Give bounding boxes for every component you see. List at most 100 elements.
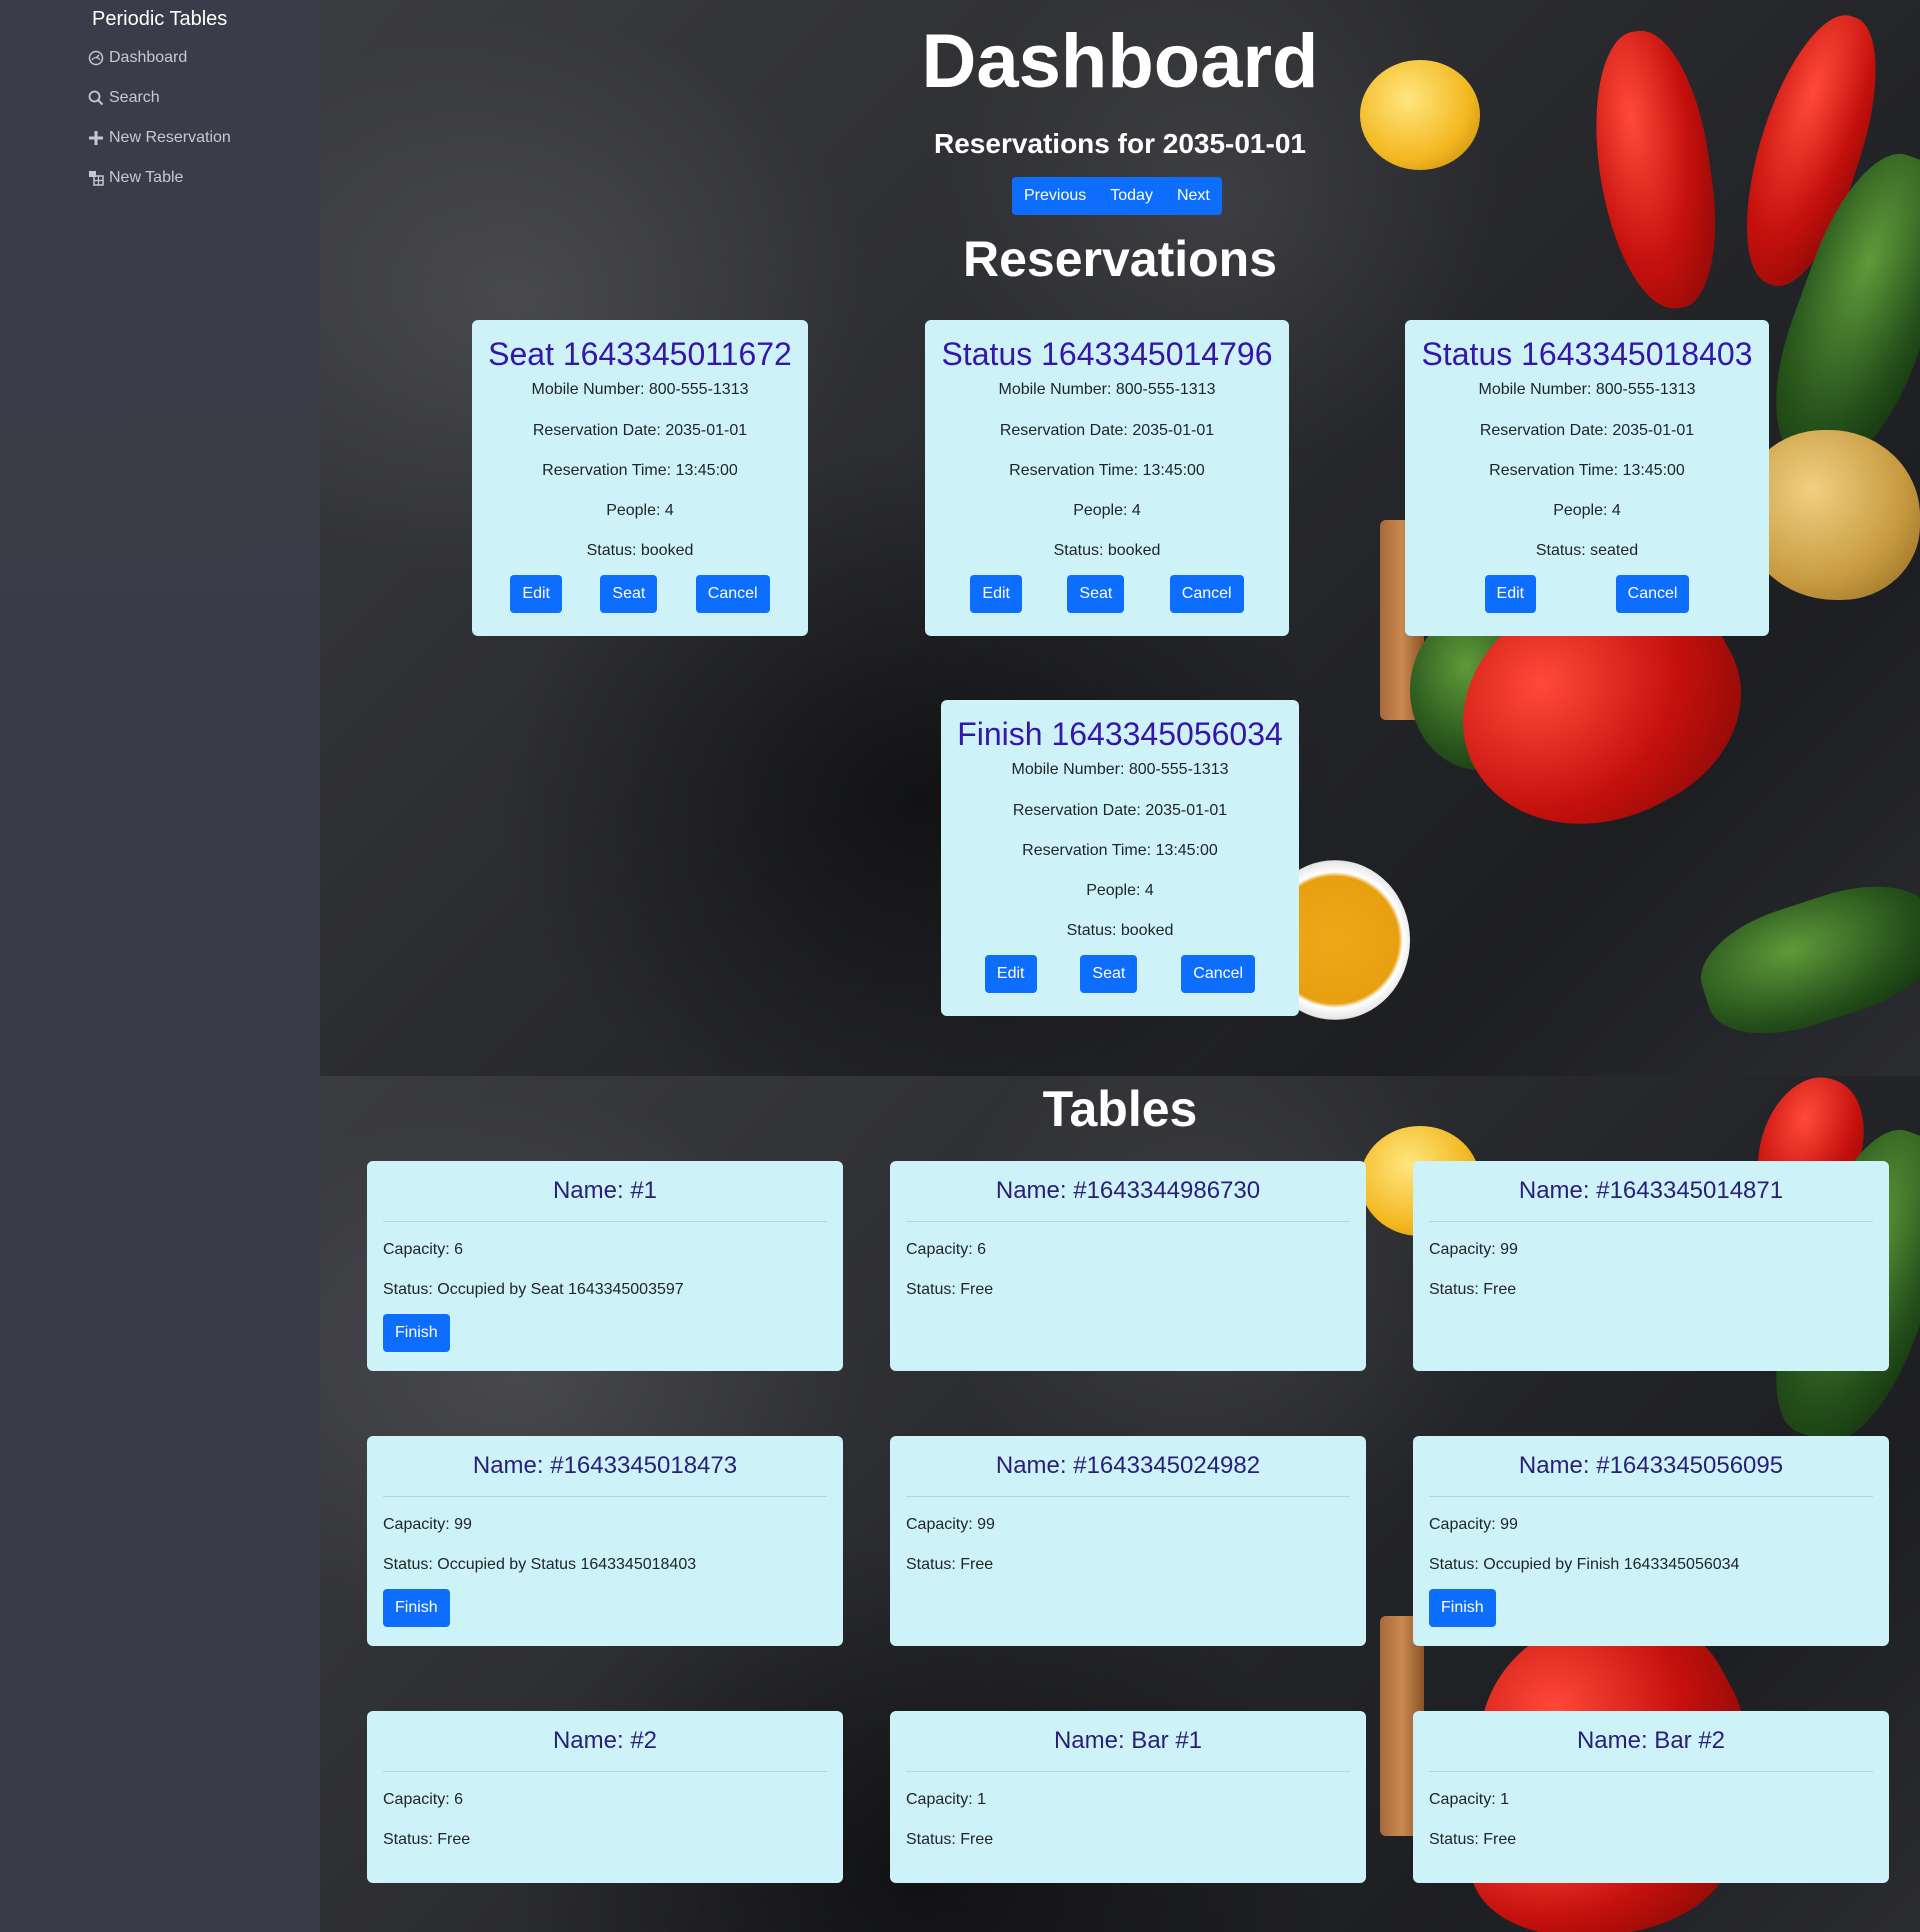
table-card: Name: #1643345014871 Capacity: 99 Status… xyxy=(1413,1161,1889,1371)
finish-button[interactable]: Finish xyxy=(383,1314,450,1352)
cancel-button[interactable]: Cancel xyxy=(695,575,770,613)
date-navigation: Previous Today Next xyxy=(1012,177,1222,215)
table-capacity: Capacity: 99 xyxy=(383,1516,472,1533)
table-card: Name: #2 Capacity: 6 Status: Free xyxy=(367,1711,843,1883)
reservation-mobile: Mobile Number: 800-555-1313 xyxy=(998,381,1216,398)
cancel-button[interactable]: Cancel xyxy=(1181,955,1256,993)
table-capacity: Capacity: 6 xyxy=(906,1241,987,1258)
finish-button[interactable]: Finish xyxy=(383,1589,450,1627)
sidebar-item-label: Dashboard xyxy=(109,49,188,66)
reservation-date: Reservation Date: 2035-01-01 xyxy=(532,422,748,439)
table-icon xyxy=(89,171,104,186)
reservation-actions: Edit Seat Cancel xyxy=(925,575,1289,613)
main-content: Dashboard Reservations for 2035-01-01 Pr… xyxy=(320,0,1920,1932)
seat-button[interactable]: Seat xyxy=(600,575,658,613)
edit-button[interactable]: Edit xyxy=(1484,575,1537,613)
reservation-time: Reservation Time: 13:45:00 xyxy=(1009,462,1205,479)
page-title: Dashboard xyxy=(921,19,1319,104)
table-card: Name: Bar #1 Capacity: 1 Status: Free xyxy=(890,1711,1366,1883)
divider xyxy=(906,1771,1350,1772)
reservation-people: People: 4 xyxy=(1086,882,1154,899)
reservation-actions: Edit Cancel xyxy=(1405,575,1769,613)
table-name: Name: #1643345014871 xyxy=(1518,1177,1784,1204)
reservation-mobile: Mobile Number: 800-555-1313 xyxy=(1478,381,1696,398)
reservation-date: Reservation Date: 2035-01-01 xyxy=(999,422,1215,439)
table-name: Name: #1 xyxy=(552,1177,658,1204)
sidebar-item-search[interactable]: Search xyxy=(88,89,160,107)
table-name: Name: Bar #1 xyxy=(1053,1727,1203,1754)
table-capacity: Capacity: 1 xyxy=(906,1791,987,1808)
table-status: Status: Occupied by Status 1643345018403 xyxy=(383,1556,697,1573)
edit-button[interactable]: Edit xyxy=(510,575,562,613)
reservation-card: Seat 1643345011672 Mobile Number: 800-55… xyxy=(472,320,808,636)
table-card: Name: #1643345024982 Capacity: 99 Status… xyxy=(890,1436,1366,1646)
zucchini-decoration xyxy=(1687,865,1920,1055)
brand-title[interactable]: Periodic Tables xyxy=(92,8,227,31)
table-status: Status: Free xyxy=(906,1556,994,1573)
divider xyxy=(906,1496,1350,1497)
tables-heading: Tables xyxy=(1042,1081,1198,1137)
sidebar-item-label: Search xyxy=(109,89,160,106)
reservation-people: People: 4 xyxy=(606,502,674,519)
date-heading: Reservations for 2035-01-01 xyxy=(934,128,1306,159)
reservation-card: Status 1643345014796 Mobile Number: 800-… xyxy=(925,320,1289,636)
reservation-actions: Edit Seat Cancel xyxy=(472,575,808,613)
table-card: Name: #1643345018473 Capacity: 99 Status… xyxy=(367,1436,843,1646)
table-capacity: Capacity: 99 xyxy=(1429,1241,1518,1258)
sidebar-item-new-reservation[interactable]: New Reservation xyxy=(88,129,231,147)
edit-button[interactable]: Edit xyxy=(984,955,1037,993)
cancel-button[interactable]: Cancel xyxy=(1169,575,1244,613)
table-capacity: Capacity: 6 xyxy=(383,1241,464,1258)
divider xyxy=(383,1771,827,1772)
table-name: Name: #1643345024982 xyxy=(995,1452,1261,1479)
table-card: Name: #1643345056095 Capacity: 99 Status… xyxy=(1413,1436,1889,1646)
previous-button[interactable]: Previous xyxy=(1012,177,1099,215)
reservation-title: Finish 1643345056034 xyxy=(957,716,1283,752)
table-name: Name: #1643344986730 xyxy=(995,1177,1261,1204)
seat-button[interactable]: Seat xyxy=(1080,955,1138,993)
reservation-status: Status: booked xyxy=(1066,922,1174,939)
reservation-date: Reservation Date: 2035-01-01 xyxy=(1012,802,1228,819)
table-status: Status: Occupied by Finish 1643345056034 xyxy=(1429,1556,1740,1573)
sidebar: Periodic Tables Dashboard Search New Res… xyxy=(0,0,320,1932)
reservation-mobile: Mobile Number: 800-555-1313 xyxy=(531,381,749,398)
today-button[interactable]: Today xyxy=(1098,177,1165,215)
divider xyxy=(383,1496,827,1497)
reservation-status: Status: booked xyxy=(586,542,694,559)
reservation-time: Reservation Time: 13:45:00 xyxy=(1489,462,1685,479)
table-capacity: Capacity: 99 xyxy=(906,1516,995,1533)
plus-icon xyxy=(89,131,103,145)
table-card: Name: #1643344986730 Capacity: 6 Status:… xyxy=(890,1161,1366,1371)
edit-button[interactable]: Edit xyxy=(970,575,1022,613)
table-name: Name: Bar #2 xyxy=(1576,1727,1726,1754)
divider xyxy=(1429,1221,1873,1222)
seat-button[interactable]: Seat xyxy=(1067,575,1125,613)
sidebar-item-dashboard[interactable]: Dashboard xyxy=(88,49,187,67)
finish-button[interactable]: Finish xyxy=(1429,1589,1496,1627)
next-button[interactable]: Next xyxy=(1164,177,1222,215)
reservation-actions: Edit Seat Cancel xyxy=(941,955,1299,993)
table-name: Name: #1643345056095 xyxy=(1518,1452,1784,1479)
divider xyxy=(383,1221,827,1222)
sidebar-item-new-table[interactable]: New Table xyxy=(88,169,183,187)
reservation-card: Status 1643345018403 Mobile Number: 800-… xyxy=(1405,320,1769,636)
reservation-people: People: 4 xyxy=(1073,502,1141,519)
cancel-button[interactable]: Cancel xyxy=(1615,575,1690,613)
table-status: Status: Free xyxy=(383,1831,471,1848)
reservation-status: Status: booked xyxy=(1053,542,1161,559)
table-status: Status: Free xyxy=(906,1281,994,1298)
divider xyxy=(1429,1771,1873,1772)
table-status: Status: Free xyxy=(906,1831,994,1848)
divider xyxy=(906,1221,1350,1222)
reservation-date: Reservation Date: 2035-01-01 xyxy=(1479,422,1695,439)
reservation-title: Status 1643345018403 xyxy=(1421,336,1753,372)
reservation-time: Reservation Time: 13:45:00 xyxy=(542,462,738,479)
reservation-time: Reservation Time: 13:45:00 xyxy=(1022,842,1218,859)
table-card: Name: #1 Capacity: 6 Status: Occupied by… xyxy=(367,1161,843,1371)
reservations-heading: Reservations xyxy=(962,231,1278,287)
dashboard-icon xyxy=(88,50,104,66)
table-name: Name: #2 xyxy=(552,1727,658,1754)
reservation-people: People: 4 xyxy=(1553,502,1621,519)
table-capacity: Capacity: 6 xyxy=(383,1791,464,1808)
search-icon xyxy=(88,90,104,106)
